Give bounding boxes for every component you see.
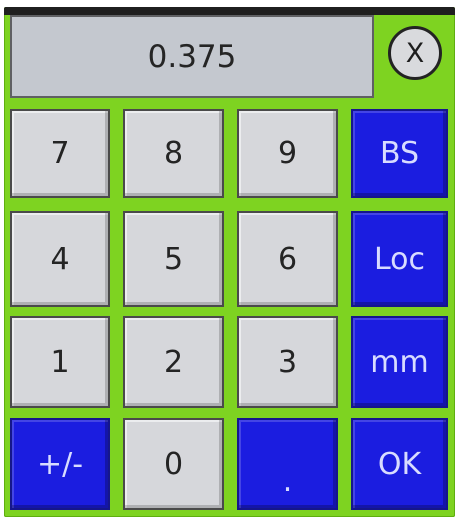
key-9[interactable]: 9: [237, 109, 338, 198]
mm-unit-button[interactable]: mm: [351, 316, 448, 408]
key-1[interactable]: 1: [10, 316, 110, 408]
backspace-button[interactable]: BS: [351, 109, 448, 198]
decimal-point-button[interactable]: .: [237, 418, 338, 510]
key-4[interactable]: 4: [10, 211, 110, 307]
loc-button[interactable]: Loc: [351, 211, 448, 307]
key-7[interactable]: 7: [10, 109, 110, 198]
close-icon: X: [405, 37, 425, 69]
key-0[interactable]: 0: [123, 418, 224, 510]
value-display: 0.375: [10, 15, 374, 98]
key-2[interactable]: 2: [123, 316, 224, 408]
key-3[interactable]: 3: [237, 316, 338, 408]
key-8[interactable]: 8: [123, 109, 224, 198]
key-6[interactable]: 6: [237, 211, 338, 307]
keypad-panel: 0.375 X 7 8 9 BS 4 5 6 Loc 1 2 3 mm +/- …: [4, 7, 455, 517]
ok-button[interactable]: OK: [351, 418, 448, 510]
keypad-window: 0.375 X 7 8 9 BS 4 5 6 Loc 1 2 3 mm +/- …: [0, 0, 463, 522]
top-border-strip: [4, 7, 455, 15]
key-5[interactable]: 5: [123, 211, 224, 307]
close-button[interactable]: X: [388, 26, 442, 80]
plus-minus-button[interactable]: +/-: [10, 418, 110, 510]
